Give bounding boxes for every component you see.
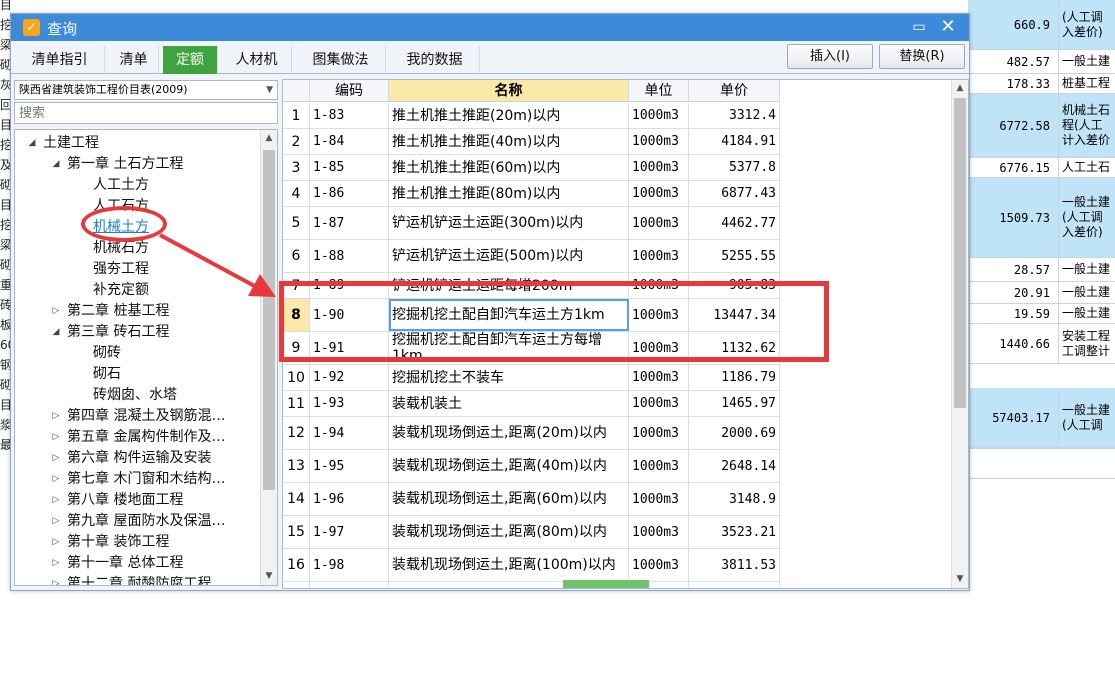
- annotation-circle: [81, 206, 167, 242]
- annotation-rectangle: [279, 281, 829, 362]
